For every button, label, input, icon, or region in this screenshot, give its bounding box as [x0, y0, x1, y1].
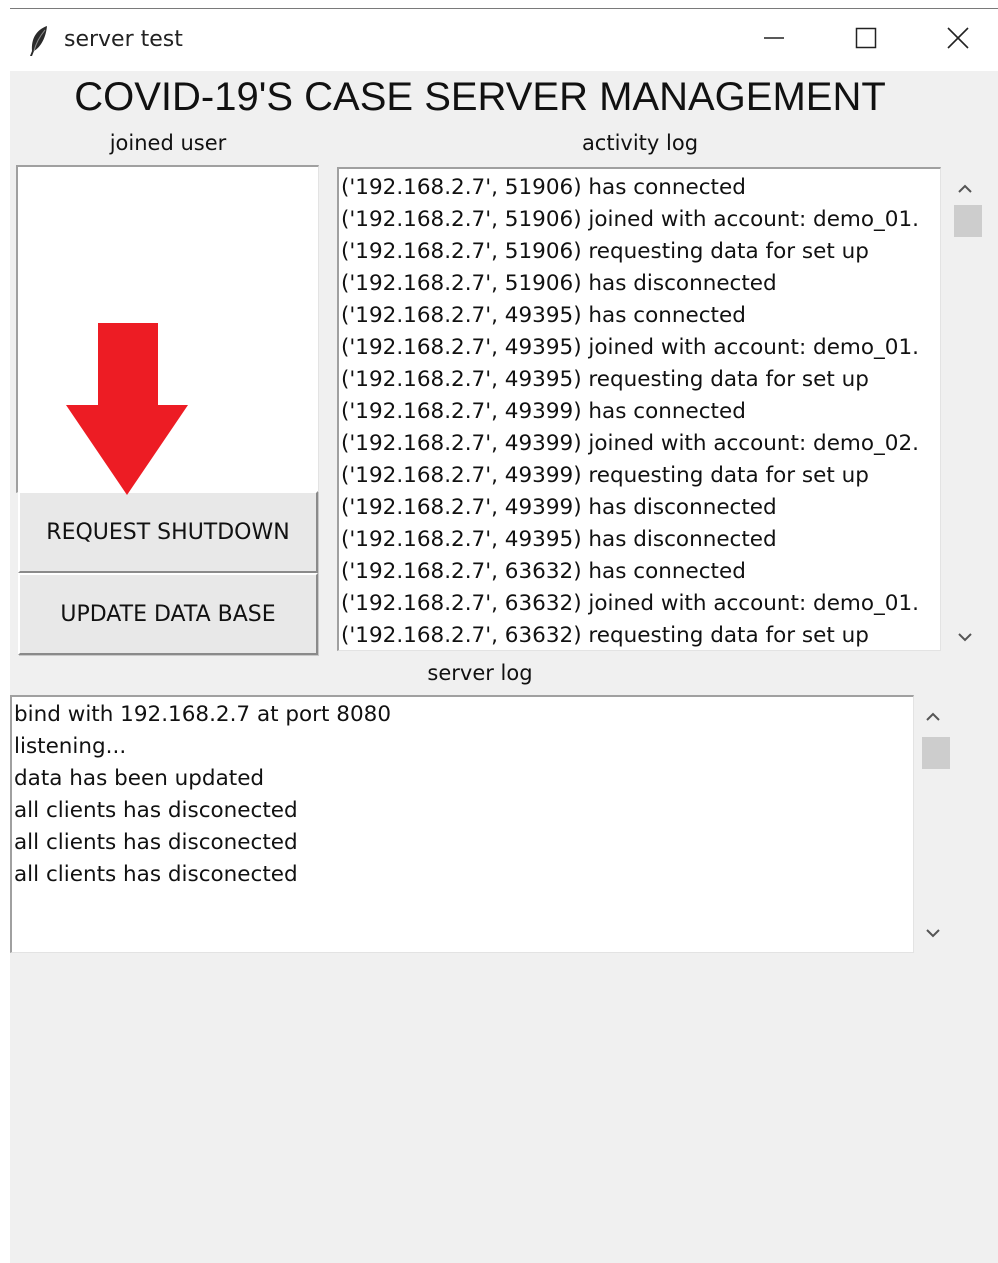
log-line: all clients has disconected — [14, 862, 298, 887]
server-log-lines: bind with 192.168.2.7 at port 8080 liste… — [12, 699, 391, 891]
window-title: server test — [64, 27, 183, 52]
scroll-up-button[interactable] — [948, 173, 982, 203]
activity-log-list[interactable]: ('192.168.2.7', 51906) has connected ('1… — [337, 167, 941, 651]
server-log-text[interactable]: bind with 192.168.2.7 at port 8080 liste… — [10, 695, 914, 953]
server-log-label: server log — [427, 661, 533, 685]
update-database-button[interactable]: UPDATE DATA BASE — [18, 573, 318, 655]
list-item[interactable]: ('192.168.2.7', 49395) has connected — [339, 300, 919, 332]
chevron-up-icon — [926, 707, 940, 726]
app-window: server test COVID-19'S CASE SERVER MANAG… — [10, 8, 998, 1263]
list-item[interactable]: ('192.168.2.7', 49395) requesting data f… — [339, 364, 919, 396]
joined-user-label: joined user — [109, 131, 227, 155]
list-item[interactable]: ('192.168.2.7', 51906) has connected — [339, 172, 919, 204]
list-item[interactable]: ('192.168.2.7', 49399) has connected — [339, 396, 919, 428]
list-item[interactable]: ('192.168.2.7', 49399) has disconnected — [339, 492, 919, 524]
title-bar[interactable]: server test — [10, 9, 998, 71]
log-line: bind with 192.168.2.7 at port 8080 — [14, 702, 392, 727]
scroll-down-button[interactable] — [948, 621, 982, 651]
log-line: data has been updated — [14, 766, 265, 791]
chevron-down-icon — [926, 923, 940, 942]
list-item[interactable]: ('192.168.2.7', 51906) joined with accou… — [339, 204, 919, 236]
list-item[interactable]: ('192.168.2.7', 49399) joined with accou… — [339, 428, 919, 460]
list-item[interactable]: ('192.168.2.7', 49399) requesting data f… — [339, 460, 919, 492]
request-shutdown-button[interactable]: REQUEST SHUTDOWN — [18, 491, 318, 573]
minimize-icon — [763, 27, 785, 53]
list-item[interactable]: ('192.168.2.7', 51906) requesting data f… — [339, 236, 919, 268]
list-item[interactable]: ('192.168.2.7', 63632) has connected — [339, 556, 919, 588]
activity-log-label: activity log — [581, 131, 699, 155]
scroll-up-button[interactable] — [916, 701, 950, 731]
scroll-down-button[interactable] — [916, 917, 950, 947]
log-line: all clients has disconected — [14, 830, 298, 855]
activity-log-scrollbar[interactable] — [948, 167, 982, 657]
server-log-scrollbar[interactable] — [916, 695, 950, 953]
close-icon — [947, 27, 969, 53]
log-line: listening... — [14, 734, 127, 759]
scroll-thumb[interactable] — [922, 737, 950, 769]
log-line: all clients has disconected — [14, 798, 298, 823]
list-item[interactable]: ('192.168.2.7', 63632) requesting data f… — [339, 620, 919, 650]
chevron-down-icon — [958, 627, 972, 646]
feather-icon — [28, 25, 50, 57]
list-item[interactable]: ('192.168.2.7', 49395) has disconnected — [339, 524, 919, 556]
chevron-up-icon — [958, 179, 972, 198]
maximize-button[interactable] — [820, 9, 912, 71]
minimize-button[interactable] — [728, 9, 820, 71]
close-button[interactable] — [912, 9, 998, 71]
activity-log-lines: ('192.168.2.7', 51906) has connected ('1… — [339, 172, 919, 650]
page-title: COVID-19'S CASE SERVER MANAGEMENT — [74, 75, 886, 119]
scroll-thumb[interactable] — [954, 205, 982, 237]
red-down-arrow-icon — [66, 323, 188, 495]
list-item[interactable]: ('192.168.2.7', 63632) joined with accou… — [339, 588, 919, 620]
list-item[interactable]: ('192.168.2.7', 49395) joined with accou… — [339, 332, 919, 364]
maximize-icon — [855, 27, 877, 53]
list-item[interactable]: ('192.168.2.7', 51906) has disconnected — [339, 268, 919, 300]
